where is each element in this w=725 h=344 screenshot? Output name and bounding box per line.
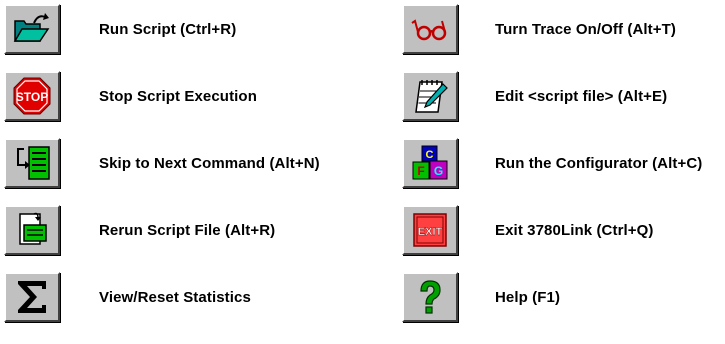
help-label: Help (F1) (495, 288, 561, 306)
legend-row-stop-script: STOP Stop Script Execution (4, 71, 257, 121)
exit-button[interactable]: EXIT (402, 205, 458, 255)
configurator-blocks-icon: C F G (412, 145, 448, 180)
legend-row-exit: EXIT Exit 3780Link (Ctrl+Q) (402, 205, 654, 255)
legend-row-edit: Edit <script file> (Alt+E) (402, 71, 667, 121)
trace-toggle-button[interactable] (402, 4, 458, 54)
rerun-script-button[interactable] (4, 205, 60, 255)
skip-next-icon (17, 146, 50, 180)
notepad-pencil-icon (415, 80, 448, 113)
skip-next-button[interactable] (4, 138, 60, 188)
legend-row-configurator: C F G Run the Configurator (Alt+C) (402, 138, 702, 188)
stop-sign-text: STOP (16, 90, 48, 104)
stop-script-label: Stop Script Execution (99, 87, 257, 105)
legend-row-trace: Turn Trace On/Off (Alt+T) (402, 4, 676, 54)
skip-next-label: Skip to Next Command (Alt+N) (99, 154, 320, 172)
edit-script-button[interactable] (402, 71, 458, 121)
run-script-button[interactable] (4, 4, 60, 54)
configurator-letter-f: F (417, 164, 424, 178)
configurator-letter-g: G (434, 164, 443, 178)
legend-row-help: Help (F1) (402, 272, 560, 322)
legend-row-statistics: View/Reset Statistics (4, 272, 251, 322)
statistics-label: View/Reset Statistics (99, 288, 251, 306)
rerun-script-label: Rerun Script File (Alt+R) (99, 221, 276, 239)
statistics-button[interactable] (4, 272, 60, 322)
configurator-label: Run the Configurator (Alt+C) (495, 154, 703, 172)
stop-sign-icon: STOP (13, 77, 51, 115)
help-button[interactable] (402, 272, 458, 322)
configurator-letter-c: C (426, 149, 434, 161)
rerun-file-icon (19, 212, 47, 245)
trace-label: Turn Trace On/Off (Alt+T) (495, 20, 676, 38)
glasses-icon (411, 19, 447, 41)
question-mark-icon (420, 280, 441, 314)
exit-sign-icon: EXIT (413, 213, 447, 247)
edit-script-label: Edit <script file> (Alt+E) (495, 87, 668, 105)
configurator-button[interactable]: C F G (402, 138, 458, 188)
stop-script-button[interactable]: STOP (4, 71, 60, 121)
exit-label: Exit 3780Link (Ctrl+Q) (495, 221, 654, 239)
legend-row-skip-next: Skip to Next Command (Alt+N) (4, 138, 320, 188)
open-folder-icon (13, 13, 50, 42)
legend-row-rerun-script: Rerun Script File (Alt+R) (4, 205, 275, 255)
sigma-icon (18, 281, 46, 313)
exit-sign-text: EXIT (418, 226, 443, 238)
run-script-label: Run Script (Ctrl+R) (99, 20, 237, 38)
legend-row-run-script: Run Script (Ctrl+R) (4, 4, 236, 54)
